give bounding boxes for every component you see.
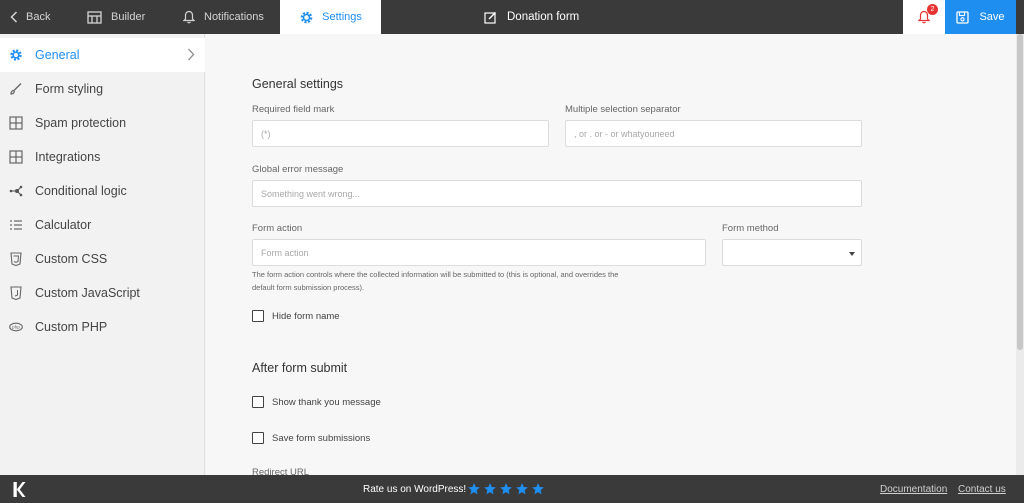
sidebar-item-label: Spam protection <box>35 116 127 130</box>
sidebar-item-label: Conditional logic <box>35 184 127 198</box>
form-title[interactable]: Donation form <box>484 0 579 34</box>
sidebar-item-label: Integrations <box>35 150 101 164</box>
list-icon <box>10 220 22 230</box>
hide-form-name-label: Hide form name <box>272 311 340 322</box>
top-bar: Back Builder Notifications Settings Dona… <box>0 0 1024 34</box>
edit-icon <box>484 11 496 24</box>
save-icon <box>956 10 970 24</box>
sidebar-item-label: Form styling <box>35 82 104 96</box>
sidebar-item-label: Custom JavaScript <box>35 286 140 300</box>
hide-form-name-checkbox[interactable] <box>252 310 264 322</box>
rate-us-text: Rate us on WordPress! <box>363 484 467 495</box>
css-icon <box>10 252 22 266</box>
builder-label: Builder <box>111 11 146 23</box>
star-icon[interactable] <box>467 482 481 496</box>
general-settings-heading: General settings <box>252 77 344 91</box>
star-icon[interactable] <box>499 482 513 496</box>
required-mark-input[interactable]: (*) <box>252 120 549 147</box>
rating-stars[interactable] <box>467 482 547 496</box>
star-icon[interactable] <box>483 482 497 496</box>
error-message-input[interactable]: Something went wrong... <box>252 180 862 207</box>
star-icon[interactable] <box>515 482 529 496</box>
save-submissions-checkbox[interactable] <box>252 432 264 444</box>
builder-tab[interactable]: Builder <box>87 0 145 34</box>
sidebar-item-custom-php[interactable]: php Custom PHP <box>0 310 205 344</box>
sidebar-item-label: Custom CSS <box>35 252 108 266</box>
form-action-help-line-2: default form submission process). <box>252 283 365 292</box>
settings-content: General settings Required field mark (*)… <box>206 34 1016 478</box>
chevron-right-icon <box>188 48 195 61</box>
sidebar-item-label: Calculator <box>35 218 92 232</box>
notifications-tab[interactable]: Notifications <box>183 0 264 34</box>
svg-text:php: php <box>12 325 20 330</box>
settings-tab[interactable]: Settings <box>280 0 381 34</box>
footer: Rate us on WordPress! Documentation Cont… <box>0 475 1024 503</box>
form-method-select[interactable] <box>722 239 862 266</box>
gear-icon <box>300 11 313 23</box>
builder-icon <box>87 10 102 24</box>
js-icon <box>10 286 22 300</box>
separator-input[interactable]: , or . or - or whatyouneed <box>565 120 862 147</box>
thank-you-label: Show thank you message <box>272 397 381 408</box>
contact-us-link[interactable]: Contact us <box>958 484 1006 495</box>
sidebar-item-form-styling[interactable]: Form styling <box>0 72 205 106</box>
save-button[interactable]: Save <box>945 0 1016 34</box>
save-label: Save <box>979 11 1005 23</box>
network-icon <box>9 185 23 197</box>
sidebar-item-label: General <box>35 48 80 62</box>
form-title-text: Donation form <box>507 11 580 23</box>
sidebar-item-spam-protection[interactable]: Spam protection <box>0 106 205 140</box>
save-submissions-label: Save form submissions <box>272 433 371 444</box>
separator-label: Multiple selection separator <box>565 104 681 115</box>
grid-icon <box>9 116 23 130</box>
chevron-left-icon <box>10 11 18 23</box>
page-scrollbar[interactable] <box>1016 34 1024 475</box>
sidebar-item-integrations[interactable]: Integrations <box>0 140 205 174</box>
sidebar-item-calculator[interactable]: Calculator <box>0 208 205 242</box>
php-icon: php <box>9 322 23 332</box>
notifications-label: Notifications <box>204 11 264 23</box>
form-action-label: Form action <box>252 223 303 234</box>
sidebar-item-label: Custom PHP <box>35 320 108 334</box>
grid-icon <box>9 150 23 164</box>
back-button[interactable]: Back <box>10 0 50 34</box>
bell-icon <box>183 10 195 24</box>
star-icon[interactable] <box>531 482 545 496</box>
brush-icon <box>10 83 22 95</box>
required-mark-label: Required field mark <box>252 104 335 115</box>
back-label: Back <box>26 11 51 23</box>
form-action-help-line-1: The form action controls where the colle… <box>252 270 619 279</box>
sidebar-item-custom-javascript[interactable]: Custom JavaScript <box>0 276 205 310</box>
settings-label: Settings <box>322 11 362 23</box>
sidebar-item-general[interactable]: General <box>0 38 205 72</box>
error-message-label: Global error message <box>252 164 344 175</box>
scrollbar-thumb[interactable] <box>1017 34 1023 350</box>
caret-down-icon <box>849 252 855 256</box>
brand-logo-icon <box>13 482 26 497</box>
alerts-button[interactable]: 2 <box>903 0 945 34</box>
sidebar-item-custom-css[interactable]: Custom CSS <box>0 242 205 276</box>
after-submit-heading: After form submit <box>252 361 348 375</box>
sidebar-item-conditional-logic[interactable]: Conditional logic <box>0 174 205 208</box>
settings-sidebar: General Form styling Spam protection Int… <box>0 34 205 475</box>
documentation-link[interactable]: Documentation <box>880 484 947 495</box>
form-method-label: Form method <box>722 223 779 234</box>
form-action-input[interactable]: Form action <box>252 239 706 266</box>
notification-badge: 2 <box>927 4 938 15</box>
thank-you-checkbox[interactable] <box>252 396 264 408</box>
gear-icon <box>10 49 22 61</box>
